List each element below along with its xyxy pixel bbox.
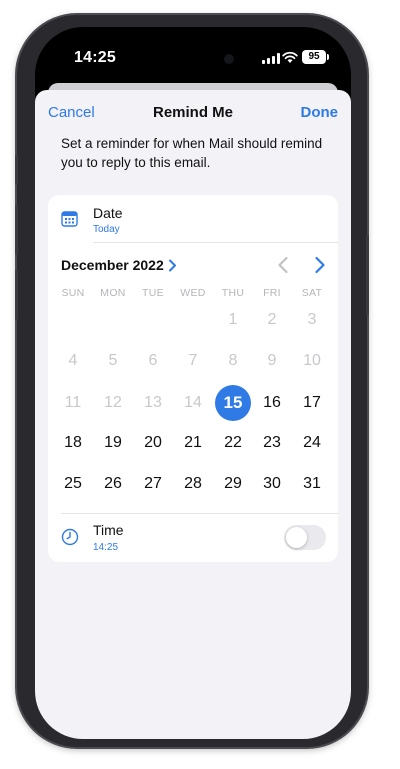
weekday-label: WED	[180, 287, 206, 299]
chevron-right-icon[interactable]	[168, 259, 177, 272]
calendar-day[interactable]: 25	[55, 466, 91, 502]
calendar-day[interactable]: 31	[294, 466, 330, 502]
calendar-day[interactable]: 14	[175, 385, 211, 421]
weekday-label: TUE	[142, 287, 164, 299]
calendar-day[interactable]: 1	[215, 302, 251, 338]
weekday-label: FRI	[263, 287, 281, 299]
calendar-day[interactable]: 17	[294, 385, 330, 421]
action-button	[15, 155, 18, 185]
calendar-day[interactable]: 22	[215, 425, 251, 461]
status-time: 14:25	[74, 49, 116, 66]
calendar-day[interactable]: 20	[135, 425, 171, 461]
calendar-day[interactable]: 8	[215, 343, 251, 379]
calendar-day[interactable]: 10	[294, 343, 330, 379]
weekday-label: SAT	[301, 287, 323, 299]
clock-icon	[61, 528, 79, 546]
next-month-icon[interactable]	[314, 256, 326, 274]
signal-icon	[262, 53, 280, 64]
time-toggle[interactable]	[284, 525, 326, 550]
weekday-label: MON	[100, 287, 126, 299]
date-label: Date	[93, 205, 123, 221]
calendar-day[interactable]: 7	[175, 343, 211, 379]
nav-bar: Cancel Remind Me Done	[35, 104, 351, 128]
calendar-day[interactable]: 28	[175, 466, 211, 502]
remind-me-sheet: Cancel Remind Me Done Set a reminder for…	[35, 90, 351, 739]
weekday-label: THU	[221, 287, 245, 299]
calendar-day[interactable]: 6	[135, 343, 171, 379]
volume-up-button	[15, 205, 18, 255]
reminder-card: Date Today December 2022 SUN MON TUE WED…	[48, 195, 338, 562]
calendar-day[interactable]: 4	[55, 343, 91, 379]
date-row[interactable]: Date Today	[48, 195, 338, 241]
calendar-day[interactable]: 18	[55, 425, 91, 461]
calendar-day[interactable]: 21	[175, 425, 211, 461]
divider	[93, 242, 338, 243]
calendar-day[interactable]: 3	[294, 302, 330, 338]
power-button	[366, 235, 369, 315]
calendar-day[interactable]: 23	[254, 425, 290, 461]
camera-icon	[224, 54, 234, 64]
calendar-day[interactable]: 12	[95, 385, 131, 421]
month-year-label[interactable]: December 2022	[61, 257, 164, 273]
calendar-day[interactable]: 11	[55, 385, 91, 421]
calendar-day-selected[interactable]: 15	[215, 385, 251, 421]
toggle-knob	[286, 527, 307, 548]
battery-indicator: 95	[302, 50, 329, 64]
description-text: Set a reminder for when Mail should remi…	[61, 136, 323, 170]
calendar-day[interactable]: 24	[294, 425, 330, 461]
calendar-day[interactable]: 29	[215, 466, 251, 502]
calendar-day[interactable]: 26	[95, 466, 131, 502]
calendar-day[interactable]: 9	[254, 343, 290, 379]
calendar-day[interactable]: 16	[254, 385, 290, 421]
time-label: Time	[93, 522, 124, 538]
calendar-icon	[61, 211, 78, 227]
calendar-day[interactable]: 30	[254, 466, 290, 502]
calendar-day[interactable]: 2	[254, 302, 290, 338]
date-value: Today	[93, 224, 120, 235]
volume-down-button	[15, 270, 18, 320]
calendar-day[interactable]: 27	[135, 466, 171, 502]
done-button[interactable]: Done	[301, 104, 339, 121]
previous-month-icon[interactable]	[277, 256, 289, 274]
wifi-icon	[282, 51, 298, 63]
calendar-day[interactable]: 13	[135, 385, 171, 421]
status-bar: 14:25 95	[35, 27, 351, 87]
calendar-day[interactable]: 19	[95, 425, 131, 461]
calendar-day[interactable]: 5	[95, 343, 131, 379]
weekday-label: SUN	[61, 287, 85, 299]
divider	[61, 513, 338, 514]
time-value: 14:25	[93, 542, 119, 553]
screen: 14:25 95 Cancel Remind Me Done Set a rem…	[35, 27, 351, 739]
